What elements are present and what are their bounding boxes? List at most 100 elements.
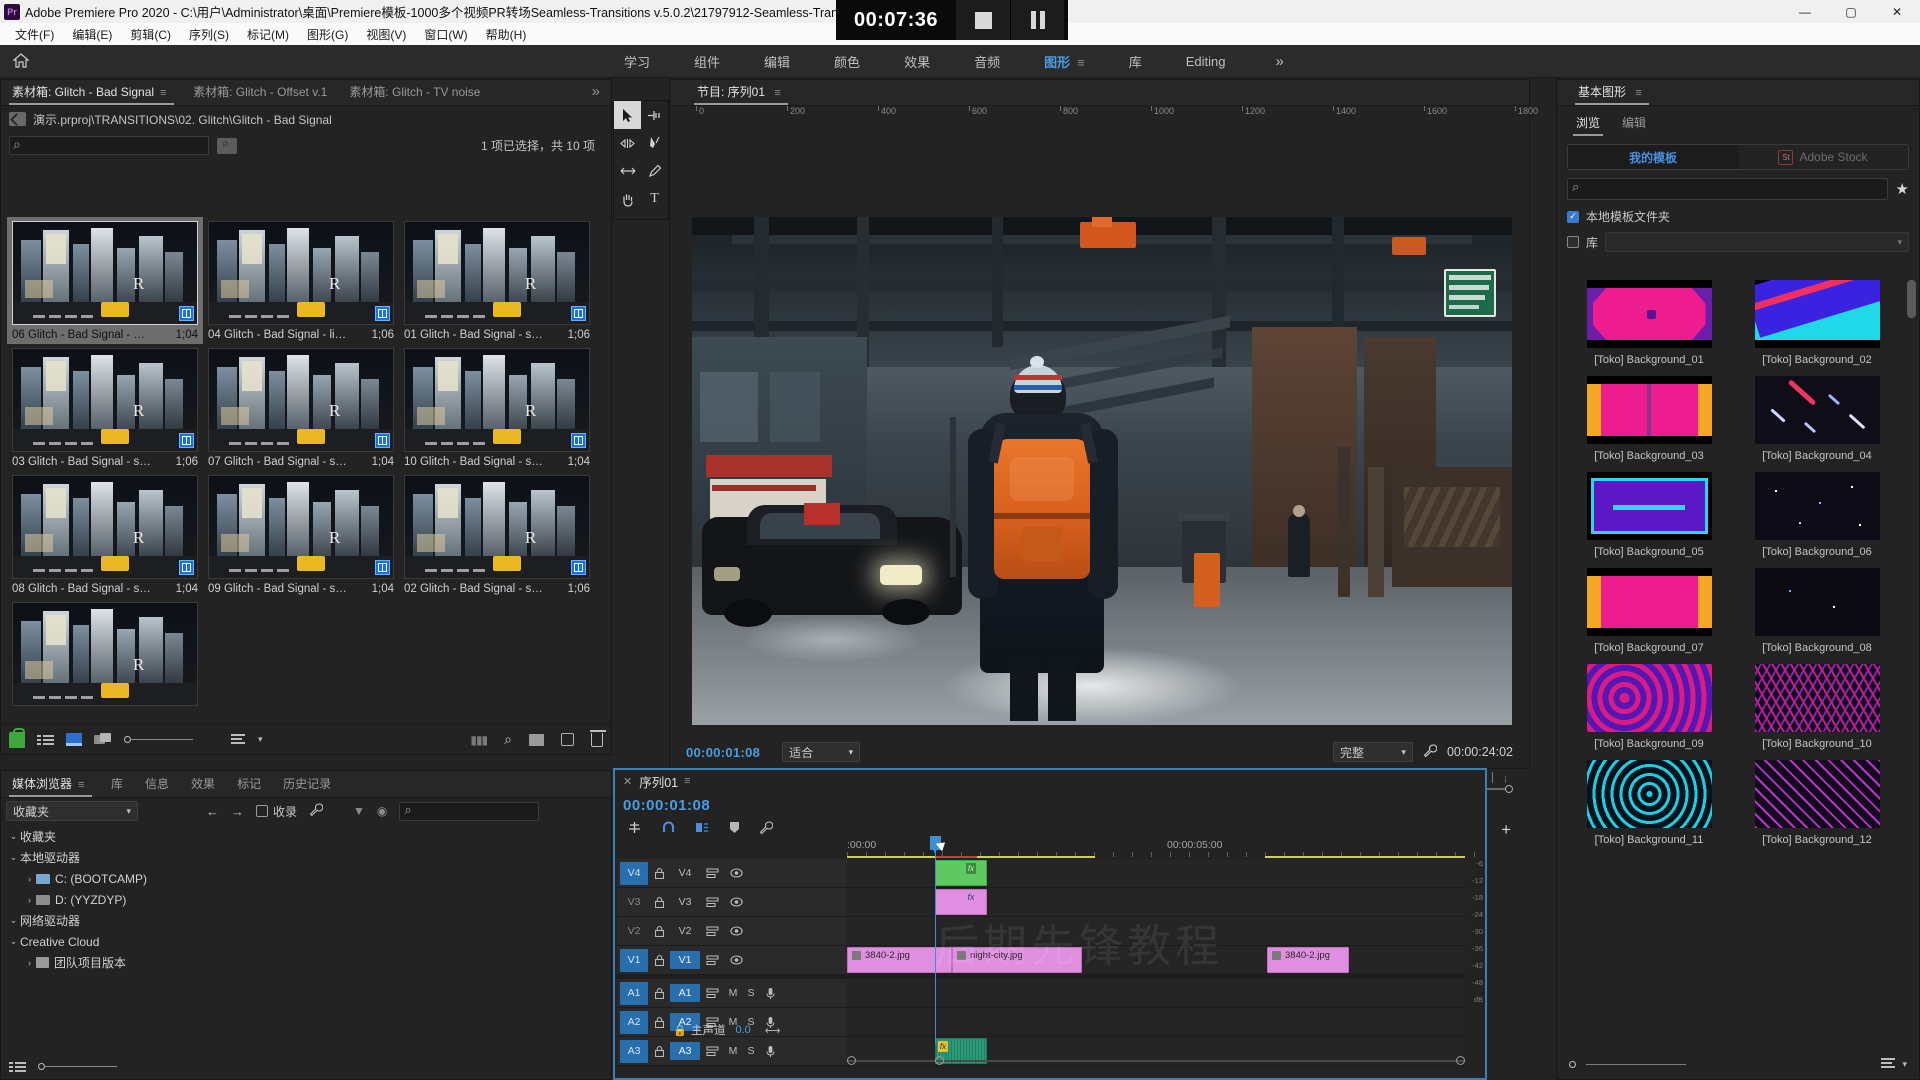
timeline-clip[interactable]: fx — [935, 889, 987, 915]
local-templates-row[interactable]: ✓ 本地模板文件夹 — [1567, 208, 1909, 225]
template-item[interactable]: [Toko] Background_09 — [1565, 658, 1733, 754]
project-item[interactable]: R — [7, 598, 203, 708]
list-view-icon[interactable] — [37, 733, 54, 746]
track-mute-button[interactable]: M — [724, 1045, 742, 1057]
track-name[interactable]: V3 — [670, 896, 700, 908]
project-item[interactable]: R 10 Glitch - Bad Signal - str... 1;04 — [399, 344, 595, 471]
tab-program-sequence01[interactable]: 节目: 序列01 ≡ — [686, 78, 796, 105]
tree-item[interactable]: ⌄ Creative Cloud — [1, 931, 198, 952]
track-solo-button[interactable]: S — [742, 1045, 760, 1057]
track-lock-icon[interactable] — [648, 896, 670, 908]
timeline-clip[interactable]: 3840-2.jpg — [847, 947, 952, 973]
project-tab-2[interactable]: 素材箱: Glitch - TV noise — [338, 78, 491, 105]
media-browser-search-input[interactable] — [399, 801, 540, 821]
track-lane-v1[interactable]: 3840-2.jpg night-city.jpg 3840-2.jpg — [847, 946, 1465, 975]
track-mute-button[interactable]: M — [724, 987, 742, 999]
lock-icon[interactable]: 🔒 — [669, 1024, 691, 1037]
track-record-icon[interactable] — [760, 987, 780, 1000]
project-tab-0[interactable]: 素材箱: Glitch - Bad Signal ≡ — [1, 78, 182, 105]
track-target-toggle[interactable]: V1 — [620, 948, 648, 972]
media-browser-tab-4[interactable]: 标记 — [226, 770, 272, 797]
master-level-value[interactable]: 0.0 — [736, 1024, 751, 1036]
media-browser-tab-5[interactable]: 历史记录 — [272, 770, 342, 797]
project-item[interactable]: R 07 Glitch - Bad Signal - str... 1;04 — [203, 344, 399, 471]
zoom-slider-knob[interactable] — [1569, 1060, 1576, 1068]
track-target-toggle[interactable]: A1 — [620, 981, 648, 1005]
zoom-slider[interactable] — [124, 736, 193, 743]
new-bin-icon[interactable] — [529, 733, 544, 746]
home-icon[interactable] — [0, 45, 42, 78]
track-sync-lock-icon[interactable] — [700, 988, 724, 999]
template-item[interactable]: [Toko] Background_12 — [1733, 754, 1901, 850]
workspace-tab-6[interactable]: 图形 ≡ — [1022, 45, 1107, 78]
favorites-dropdown[interactable]: 收藏夹 ▾ — [6, 801, 138, 821]
maximize-button[interactable]: ▢ — [1828, 0, 1874, 23]
find-bin-icon[interactable] — [217, 136, 237, 154]
track-sync-lock-icon[interactable] — [700, 955, 724, 966]
tree-item[interactable]: › C: (BOOTCAMP) — [1, 868, 198, 889]
track-lane-a2[interactable] — [847, 1008, 1465, 1037]
track-sync-lock-icon[interactable] — [700, 897, 724, 908]
track-lane-a1[interactable] — [847, 979, 1465, 1008]
menu-item-7[interactable]: 窗口(W) — [415, 24, 476, 45]
delete-icon[interactable] — [590, 729, 606, 747]
menu-item-0[interactable]: 文件(F) — [6, 24, 63, 45]
track-output-eye-icon[interactable] — [724, 955, 748, 965]
timeline-playhead[interactable] — [930, 836, 941, 1044]
chevron-down-icon[interactable]: ⌄ — [7, 831, 20, 842]
magnet-icon[interactable] — [661, 821, 676, 837]
media-browser-tab-3[interactable]: 效果 — [180, 770, 226, 797]
arrow-right-icon[interactable]: → — [231, 804, 244, 819]
track-lock-icon[interactable] — [648, 925, 670, 937]
menu-item-3[interactable]: 序列(S) — [180, 24, 238, 45]
eye-icon[interactable]: ◉ — [377, 804, 387, 818]
tree-item[interactable]: ⌄ 收藏夹 — [1, 826, 198, 847]
menu-item-6[interactable]: 视图(V) — [357, 24, 415, 45]
wrench-icon[interactable] — [309, 802, 324, 820]
timeline-clip[interactable]: fx — [935, 860, 987, 886]
master-meter-icon[interactable]: ⟷ — [765, 1024, 781, 1037]
template-item[interactable]: [Toko] Background_11 — [1565, 754, 1733, 850]
template-item[interactable]: [Toko] Background_07 — [1565, 562, 1733, 658]
track-lane-v2[interactable] — [847, 917, 1465, 946]
project-item-grid-scroll[interactable]: R 06 Glitch - Bad Signal - me... 1;04 R 0… — [1, 212, 611, 708]
menu-item-5[interactable]: 图形(G) — [298, 24, 357, 45]
arrow-left-icon[interactable]: ← — [206, 804, 219, 819]
new-item-icon[interactable] — [561, 733, 574, 746]
track-lane-v4[interactable]: fx — [847, 859, 1465, 888]
media-browser-tab-0[interactable]: 媒体浏览器 ≡ — [1, 770, 100, 797]
minimize-button[interactable]: — — [1782, 0, 1828, 23]
project-item[interactable]: R 04 Glitch - Bad Signal - light 1;06 — [203, 217, 399, 344]
zoom-slider[interactable] — [38, 1062, 117, 1070]
program-current-time[interactable]: 00:00:01:08 — [686, 745, 760, 760]
close-button[interactable]: ✕ — [1874, 0, 1920, 23]
playback-resolution-dropdown[interactable]: 完整 ▾ — [1332, 742, 1413, 762]
tree-item[interactable]: › D: (YYZDYP) — [1, 889, 198, 910]
template-search-input[interactable] — [1567, 178, 1888, 200]
workspace-tab-2[interactable]: 编辑 — [742, 45, 812, 78]
button-editor-icon[interactable]: + — [1501, 820, 1511, 840]
track-name[interactable]: A3 — [670, 1042, 700, 1060]
menu-item-8[interactable]: 帮助(H) — [477, 24, 536, 45]
workspace-tab-7[interactable]: 库 — [1107, 45, 1164, 78]
project-item[interactable]: R 03 Glitch - Bad Signal - su... 1;06 — [7, 344, 203, 471]
eg-subtab-0[interactable]: 浏览 — [1565, 109, 1611, 136]
tree-item[interactable]: › 团队项目版本 — [1, 952, 198, 973]
ingest-checkbox[interactable] — [256, 805, 268, 817]
menu-icon[interactable]: ≡ — [1077, 55, 1085, 70]
parent-bin-icon[interactable] — [9, 112, 26, 126]
menu-icon[interactable]: ≡ — [1635, 87, 1646, 99]
template-grid-scrollbar[interactable] — [1907, 280, 1916, 580]
segment-adobe-stock[interactable]: St Adobe Stock — [1738, 145, 1908, 169]
freeform-view-icon[interactable] — [94, 733, 112, 746]
lock-icon[interactable] — [9, 727, 25, 748]
track-lock-icon[interactable] — [648, 1045, 670, 1057]
timeline-horizontal-scrollbar[interactable] — [847, 1056, 1465, 1066]
chevron-right-icon[interactable]: › — [23, 958, 36, 968]
track-lock-icon[interactable] — [648, 954, 670, 966]
sort-icon[interactable] — [231, 733, 246, 746]
workspace-tab-1[interactable]: 组件 — [672, 45, 742, 78]
track-sync-lock-icon[interactable] — [700, 868, 724, 879]
eg-subtab-1[interactable]: 编辑 — [1611, 109, 1657, 136]
menu-item-1[interactable]: 编辑(E) — [63, 24, 121, 45]
